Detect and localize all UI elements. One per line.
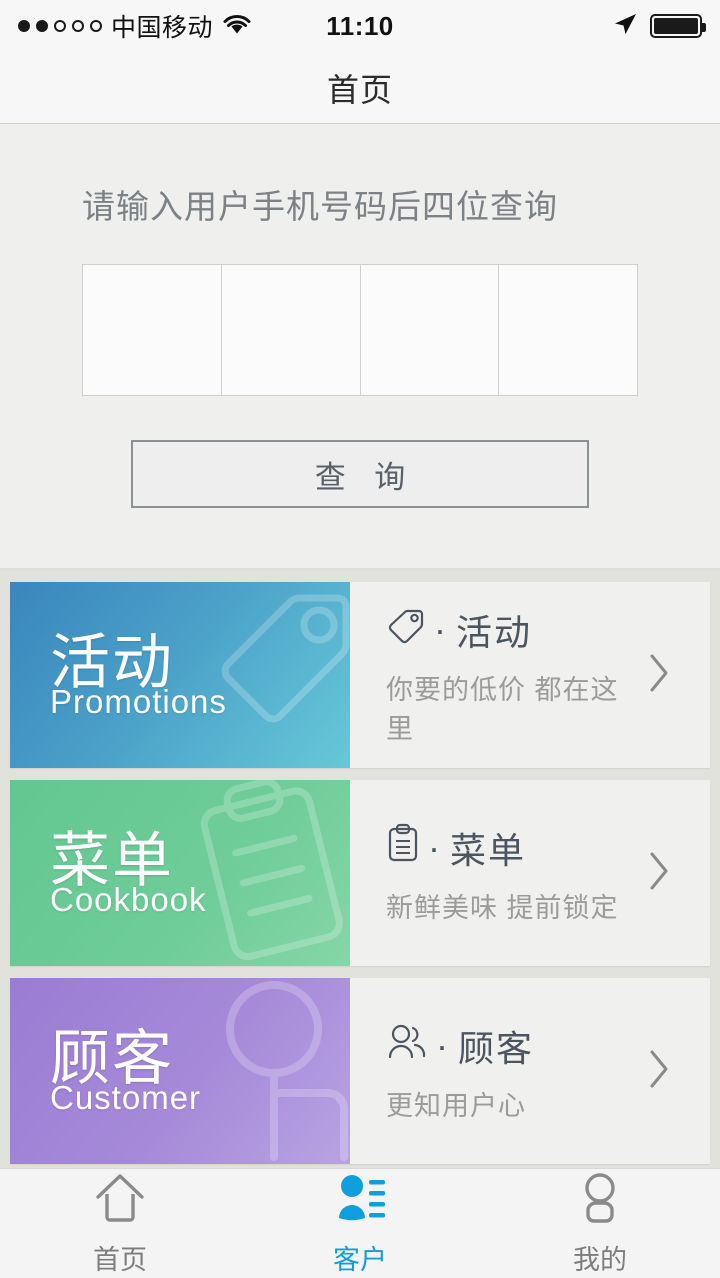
tab-home[interactable]: 首页	[0, 1169, 240, 1278]
chevron-right-icon[interactable]	[646, 651, 686, 700]
search-instruction-label: 请输入用户手机号码后四位查询	[82, 188, 558, 225]
card-banner-text-customer: 顾客 Customer	[10, 1028, 202, 1116]
card-promotions[interactable]: 活动 Promotions · 活动 你要的低价 都在这里	[10, 582, 710, 768]
clipboard-icon	[386, 823, 420, 872]
card-cookbook[interactable]: 菜单 Cookbook · 菜单 新鲜美味 提前锁定	[10, 780, 710, 966]
two-people-icon	[386, 1021, 428, 1070]
card-banner-promotions: 活动 Promotions	[10, 582, 350, 768]
card-title-text: 顾客	[458, 1027, 535, 1069]
card-title-separator: ·	[436, 1024, 450, 1066]
card-banner-customer: 顾客 Customer	[10, 978, 350, 1164]
card-title-row: · 活动	[386, 604, 646, 656]
card-banner-en: Promotions	[50, 682, 227, 720]
chevron-right-icon[interactable]	[646, 849, 686, 898]
customer-icon	[332, 1171, 388, 1232]
tab-home-label: 首页	[93, 1244, 147, 1275]
tab-profile-label: 我的	[573, 1244, 627, 1275]
tab-customer[interactable]: 客户	[240, 1169, 480, 1278]
battery-full-icon	[650, 14, 706, 38]
nav-bar: 首页	[0, 52, 720, 124]
card-banner-text-cookbook: 菜单 Cookbook	[10, 830, 207, 918]
card-body-cookbook[interactable]: · 菜单 新鲜美味 提前锁定	[350, 780, 710, 966]
card-info: · 菜单 新鲜美味 提前锁定	[386, 822, 646, 925]
home-icon	[92, 1171, 148, 1232]
card-title-separator: ·	[428, 826, 442, 868]
card-subtitle: 新鲜美味 提前锁定	[386, 892, 619, 923]
card-banner-text-promotions: 活动 Promotions	[10, 632, 227, 720]
card-title-text: 活动	[456, 612, 533, 653]
card-body-customer[interactable]: · 顾客 更知用户心	[350, 978, 710, 1164]
feature-card-list: 活动 Promotions · 活动 你要的低价 都在这里 菜单 Cookboo…	[0, 570, 720, 1174]
card-banner-en: Customer	[50, 1078, 202, 1116]
digit-input-1[interactable]	[83, 265, 222, 395]
tab-bar: 首页 客户 我的	[0, 1168, 720, 1278]
tab-profile[interactable]: 我的	[480, 1169, 720, 1278]
card-title-separator: ·	[434, 609, 448, 650]
page-title: 首页	[326, 71, 393, 108]
digit-input-2[interactable]	[221, 265, 361, 395]
clipboard-icon	[183, 780, 350, 966]
card-title-text: 菜单	[450, 829, 527, 871]
digit-input-3[interactable]	[360, 265, 500, 395]
tab-customer-label: 客户	[333, 1244, 387, 1275]
card-body-promotions[interactable]: · 活动 你要的低价 都在这里	[350, 582, 710, 768]
card-title-row: · 顾客	[386, 1020, 646, 1072]
search-section: 请输入用户手机号码后四位查询 查 询	[0, 124, 720, 570]
query-button[interactable]: 查 询	[131, 440, 589, 508]
status-bar-clock: 11:10	[326, 10, 394, 41]
digit-input-4[interactable]	[499, 265, 637, 395]
card-banner-cookbook: 菜单 Cookbook	[10, 780, 350, 966]
status-bar: 中国移动 11:10	[0, 0, 720, 52]
card-title-row: · 菜单	[386, 822, 646, 874]
card-info: · 顾客 更知用户心	[386, 1020, 646, 1123]
card-info: · 活动 你要的低价 都在这里	[386, 604, 646, 746]
card-subtitle: 你要的低价 都在这里	[386, 675, 619, 744]
app-screen: 中国移动 11:10 首页 请输入用户手机号码后四位查询 查 询 活动 Prom…	[0, 0, 720, 1278]
person-search-icon	[178, 978, 350, 1164]
card-subtitle: 更知用户心	[386, 1090, 526, 1121]
tag-icon	[386, 606, 426, 655]
card-banner-en: Cookbook	[50, 880, 207, 918]
profile-icon	[572, 1171, 628, 1232]
card-customer[interactable]: 顾客 Customer · 顾客 更知用户心	[10, 978, 710, 1164]
phone-digit-input-group[interactable]	[82, 264, 638, 396]
chevron-right-icon[interactable]	[646, 1047, 686, 1096]
